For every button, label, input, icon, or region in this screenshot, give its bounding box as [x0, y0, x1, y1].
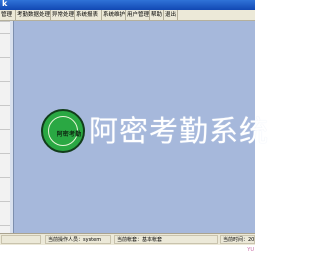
menu-item-system-maintenance[interactable]: 系统维护 [102, 10, 126, 20]
logo-caption: 阿密考勤 [56, 131, 82, 138]
main-workspace: 阿密考勤 阿密考勤系统 [13, 21, 268, 233]
menu-item-exit[interactable]: 退出 [164, 10, 178, 20]
menu-bar: 管理 考勤数据处理 异常处理 系统报表 系统维护 用户管理 帮助 退出 [0, 10, 255, 21]
bottom-strip: YU [0, 245, 255, 255]
menu-item-management[interactable]: 管理 [0, 10, 16, 20]
menu-item-exception-handling[interactable]: 异常处理 [51, 10, 75, 20]
menu-item-system-reports[interactable]: 系统报表 [75, 10, 102, 20]
status-cell-operator: 当前操作人员：system [45, 235, 111, 244]
status-bar: 当前操作人员：system 当前帐套：基本帐套 当前时间：20 [0, 233, 255, 245]
menu-item-help[interactable]: 帮助 [150, 10, 164, 20]
source-watermark: YU [247, 247, 254, 253]
menu-item-attendance-processing[interactable]: 考勤数据处理 [16, 10, 51, 20]
status-cell-time: 当前时间：20 [220, 235, 255, 244]
window-title-bar: k [0, 0, 255, 10]
status-cell-account: 当前帐套：基本帐套 [114, 235, 218, 244]
menu-item-user-management[interactable]: 用户管理 [126, 10, 150, 20]
logo-ring: 阿密考勤 [48, 116, 81, 146]
window-title: k [2, 0, 8, 8]
app-watermark-title: 阿密考勤系统 [89, 114, 270, 148]
company-logo: 阿密考勤 [41, 109, 85, 153]
status-cell-left [1, 235, 41, 244]
